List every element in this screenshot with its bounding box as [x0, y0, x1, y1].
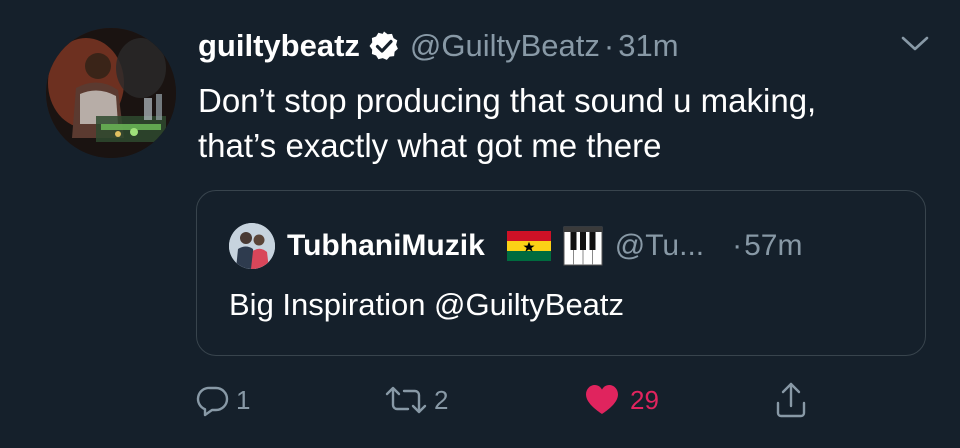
tweet-text-line: Don’t stop producing that sound u making…: [198, 82, 817, 119]
ghana-flag-emoji: [506, 231, 551, 261]
tweet-header: guiltybeatz @GuiltyBeatz · 31m: [198, 24, 679, 68]
quoted-user-handle[interactable]: @Tu...: [615, 229, 704, 263]
user-handle[interactable]: @GuiltyBeatz: [410, 28, 600, 64]
retweet-button[interactable]: 2: [384, 378, 448, 422]
quoted-user-avatar: [229, 223, 275, 269]
share-icon: [774, 381, 808, 419]
quoted-tweet-text: Big Inspiration @GuiltyBeatz: [229, 287, 625, 322]
quoted-timestamp[interactable]: 57m: [744, 229, 802, 263]
tweet[interactable]: guiltybeatz @GuiltyBeatz · 31m Don’t sto…: [0, 0, 960, 448]
chevron-down-icon[interactable]: [900, 32, 930, 56]
like-count: 29: [630, 384, 659, 415]
heart-icon: [584, 383, 620, 417]
user-avatar[interactable]: [46, 28, 176, 158]
quoted-display-name[interactable]: TubhaniMuzik: [287, 229, 485, 263]
timestamp[interactable]: 31m: [618, 28, 678, 64]
tweet-text: Don’t stop producing that sound u making…: [198, 78, 938, 168]
share-button[interactable]: [774, 378, 808, 422]
tweet-text-line: that’s exactly what got me there: [198, 127, 662, 164]
verified-badge-icon: [368, 30, 400, 62]
tweet-actions: 1 2 29: [196, 378, 816, 422]
reply-count: 1: [236, 384, 251, 415]
retweet-count: 2: [434, 384, 449, 415]
separator-dot: ·: [603, 28, 615, 63]
piano-keys-emoji: [563, 226, 603, 266]
retweet-icon: [384, 383, 428, 417]
quoted-tweet[interactable]: TubhaniMuzik @Tu... · 57m Big Inspiratio…: [196, 190, 926, 356]
reply-button[interactable]: 1: [196, 378, 250, 422]
like-button[interactable]: 29: [584, 378, 659, 422]
separator-dot: ·: [732, 229, 743, 262]
reply-icon: [196, 383, 230, 417]
quoted-tweet-header: TubhaniMuzik @Tu... · 57m: [229, 221, 802, 271]
display-name[interactable]: guiltybeatz: [198, 28, 360, 64]
